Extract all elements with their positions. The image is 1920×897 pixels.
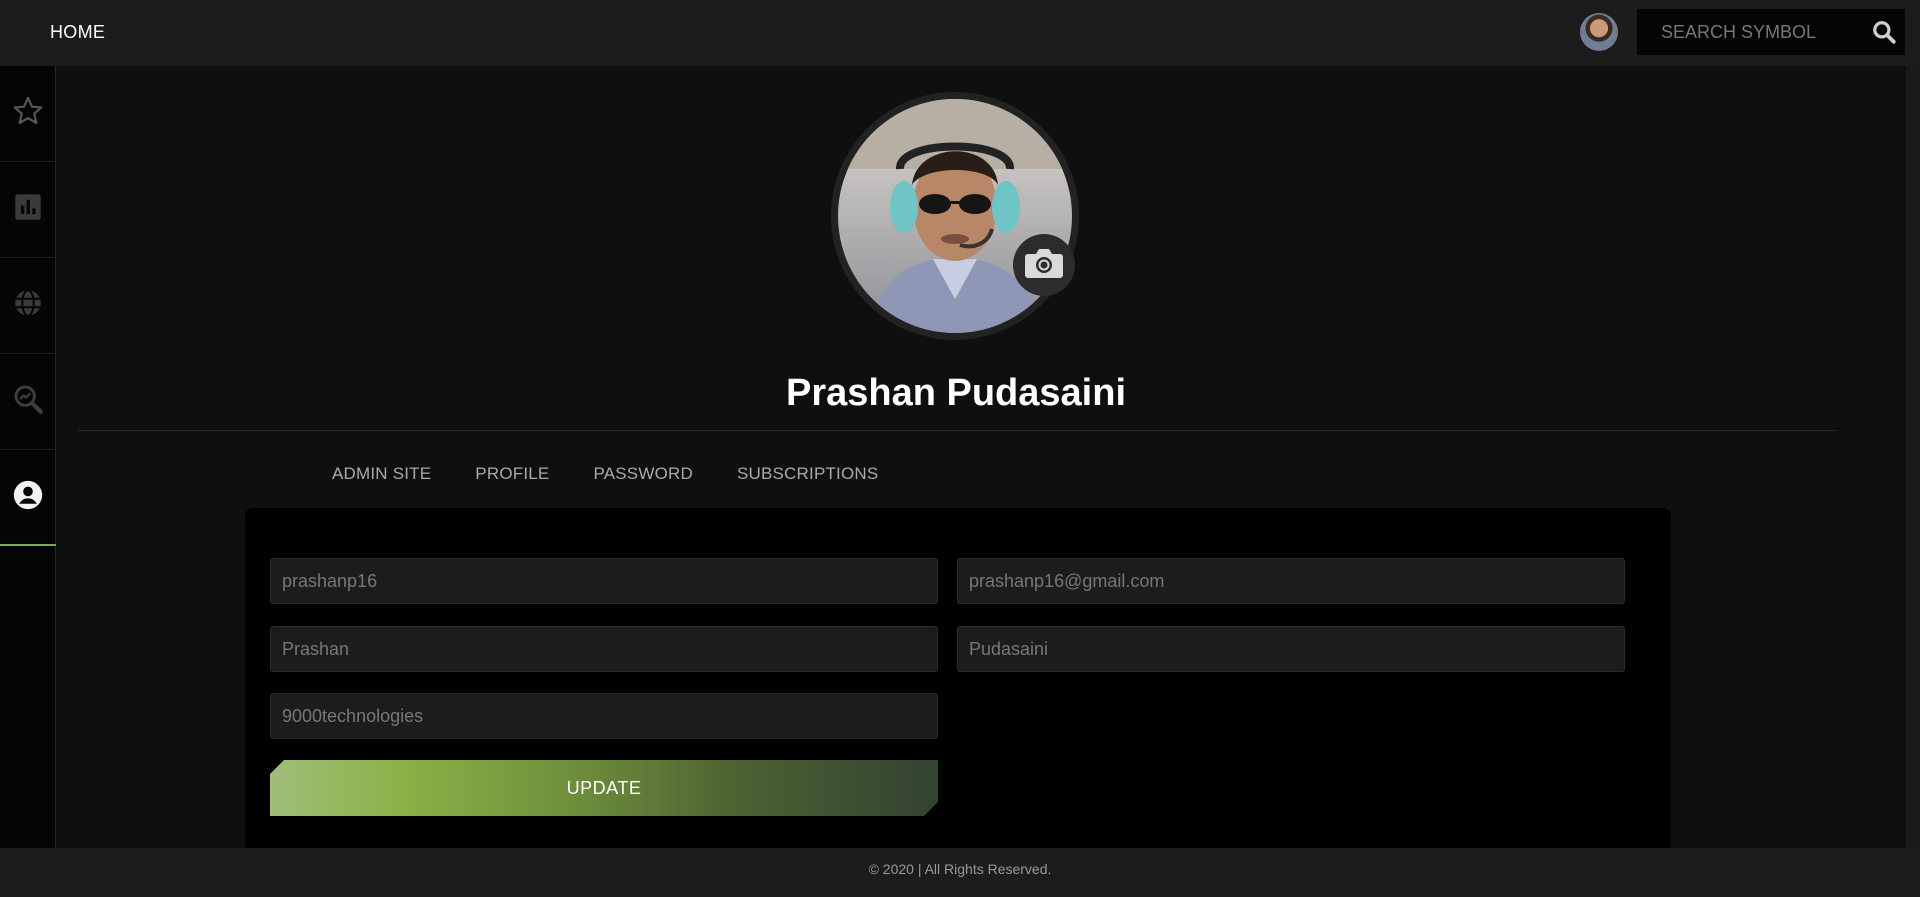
tab-subscriptions[interactable]: SUBSCRIPTIONS	[737, 464, 878, 484]
change-photo-button[interactable]	[1013, 234, 1075, 296]
profile-picture	[838, 99, 1072, 333]
username-field[interactable]	[270, 558, 938, 604]
account-icon	[11, 478, 45, 517]
first-name-field[interactable]	[270, 626, 938, 672]
sidebar-item-charts[interactable]	[0, 162, 56, 258]
top-navbar: HOME	[0, 0, 1920, 66]
search-input[interactable]	[1637, 9, 1867, 55]
search-box	[1637, 9, 1905, 55]
copyright-text: © 2020 | All Rights Reserved.	[868, 861, 1052, 877]
bar-chart-icon	[11, 190, 45, 229]
last-name-field[interactable]	[957, 626, 1625, 672]
search-chart-icon	[11, 382, 45, 421]
sidebar-item-markets[interactable]	[0, 258, 56, 354]
email-field[interactable]	[957, 558, 1625, 604]
company-field[interactable]	[270, 693, 938, 739]
sidebar-item-account[interactable]	[0, 450, 56, 546]
sidebar	[0, 66, 56, 848]
footer: © 2020 | All Rights Reserved.	[0, 848, 1920, 897]
profile-tabs: ADMIN SITE PROFILE PASSWORD SUBSCRIPTION…	[332, 464, 878, 484]
camera-icon	[1024, 246, 1064, 285]
profile-form: UPDATE	[245, 508, 1671, 848]
profile-picture-frame	[831, 92, 1079, 340]
sidebar-item-analysis[interactable]	[0, 354, 56, 450]
search-icon[interactable]	[1871, 19, 1897, 45]
tab-profile[interactable]: PROFILE	[475, 464, 549, 484]
section-divider	[78, 430, 1838, 431]
page-scrollbar[interactable]	[1906, 66, 1920, 848]
user-name-heading: Prashan Pudasaini	[785, 372, 1126, 414]
star-icon	[11, 94, 45, 133]
tab-admin-site[interactable]: ADMIN SITE	[332, 464, 431, 484]
sidebar-item-favorites[interactable]	[0, 66, 56, 162]
globe-icon	[11, 286, 45, 325]
main-content: Prashan Pudasaini ADMIN SITE PROFILE PAS…	[56, 66, 1906, 848]
home-link[interactable]: HOME	[50, 22, 105, 43]
tab-password[interactable]: PASSWORD	[593, 464, 693, 484]
user-avatar[interactable]	[1580, 13, 1618, 51]
update-button[interactable]: UPDATE	[270, 760, 938, 816]
